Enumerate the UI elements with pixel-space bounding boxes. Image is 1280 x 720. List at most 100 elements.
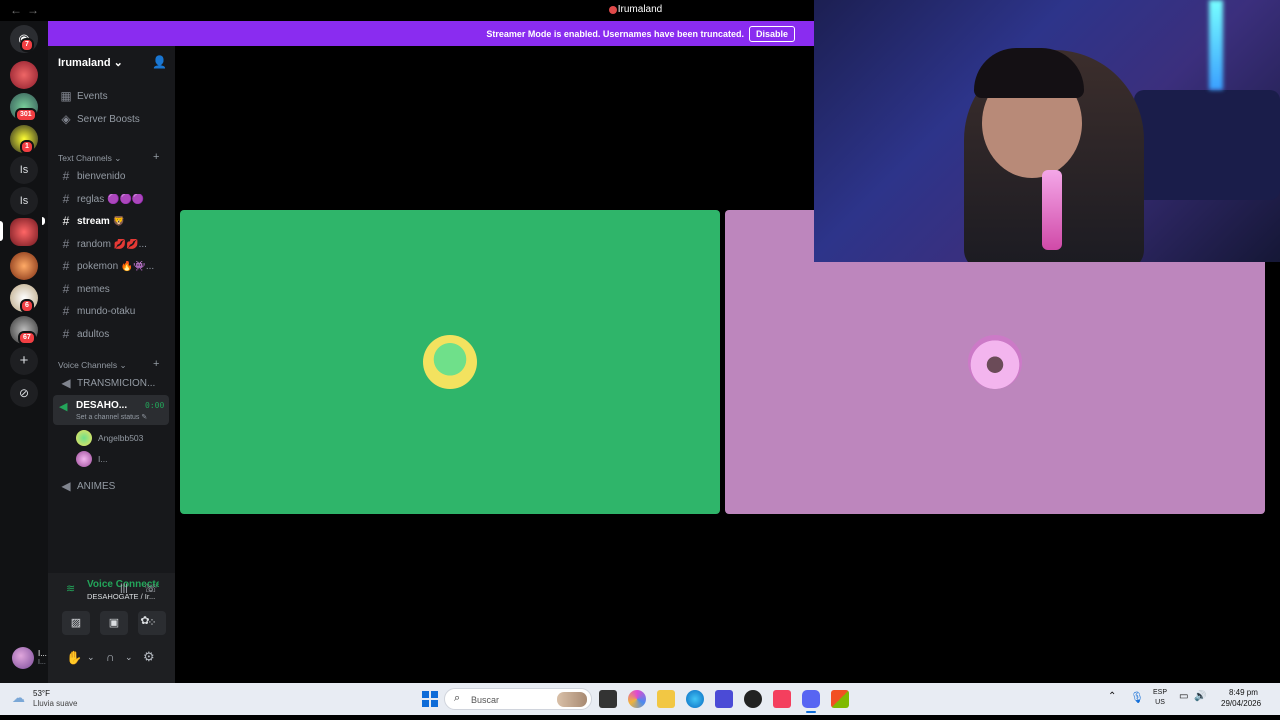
headphone-options-chevron-icon[interactable]: ⌄	[125, 652, 133, 663]
channel-memes[interactable]: # memes	[54, 279, 170, 299]
voice-channel-transmicion[interactable]: ◀ TRANSMICION...	[54, 373, 170, 393]
server-icon[interactable]	[10, 61, 38, 89]
server-icon[interactable]	[10, 252, 38, 280]
microphone-icon[interactable]: 🎙	[1130, 691, 1144, 704]
channel-random[interactable]: # random 💋💋...	[54, 234, 170, 254]
channel-label: mundo-otaku	[77, 306, 136, 317]
hashtag-icon: #	[62, 304, 70, 318]
webcam-overlay	[814, 0, 1280, 262]
camera-off-icon[interactable]: ▨	[62, 611, 90, 635]
selected-server-indicator	[0, 221, 3, 241]
speaker-icon: ◀	[61, 376, 71, 390]
discover-icon[interactable]: ⊘	[10, 379, 38, 407]
text-channels-category[interactable]: Text Channels ⌄	[58, 153, 121, 164]
screen-share-icon[interactable]: ▣	[100, 611, 128, 635]
windows-start-icon[interactable]	[422, 691, 438, 707]
channel-label: TRANSMICION...	[77, 378, 156, 389]
weather-desc: Lluvia suave	[33, 699, 78, 708]
voice-user-name[interactable]: I...	[98, 454, 107, 464]
hashtag-icon: #	[62, 259, 70, 273]
discord-taskbar-icon[interactable]	[802, 690, 820, 708]
participant-avatar	[423, 335, 477, 389]
active-app-indicator	[806, 711, 816, 713]
create-channel-icon[interactable]: +	[153, 151, 159, 163]
channel-bienvenido[interactable]: # bienvenido	[54, 166, 170, 186]
keyboard-layout: US	[1155, 699, 1165, 706]
mic-options-chevron-icon[interactable]: ⌄	[87, 652, 95, 663]
network-icon[interactable]: ▭	[1179, 691, 1188, 702]
channel-stream[interactable]: # stream 🦁	[54, 211, 170, 231]
signal-icon[interactable]: ≋	[66, 582, 75, 595]
channel-mundo-otaku[interactable]: # mundo-otaku	[54, 301, 170, 321]
app-icon[interactable]	[831, 690, 849, 708]
channel-label: adultos	[77, 329, 110, 340]
volume-icon[interactable]: 🔊	[1194, 691, 1206, 702]
obs-icon[interactable]	[744, 690, 762, 708]
channel-label: bienvenido	[77, 171, 126, 182]
voice-user-name[interactable]: Angelbb503	[98, 433, 143, 443]
invite-people-icon[interactable]: 👤	[152, 55, 167, 69]
channel-label: DESAHO...	[76, 400, 128, 411]
hashtag-icon: #	[62, 192, 70, 206]
username: I...	[38, 649, 47, 658]
server-name-header[interactable]: Irumaland ⌄	[58, 56, 123, 69]
edge-icon[interactable]	[686, 690, 704, 708]
hashtag-icon: #	[62, 169, 70, 183]
events-label: Events	[77, 91, 108, 102]
chevron-down-icon: ⌄	[119, 360, 127, 370]
soundboard-icon[interactable]: ✿	[134, 611, 156, 631]
search-placeholder: Buscar	[471, 695, 500, 705]
server-icon[interactable]: Is	[10, 187, 38, 215]
server-icon[interactable]: Is	[10, 156, 38, 184]
calculator-icon[interactable]	[715, 690, 733, 708]
channel-reglas[interactable]: # reglas 🟣🟣🟣	[54, 189, 170, 209]
server-icon-irumaland[interactable]	[10, 218, 38, 246]
hashtag-icon: #	[62, 282, 70, 296]
copilot-icon[interactable]	[628, 690, 646, 708]
voice-channels-category[interactable]: Voice Channels ⌄	[58, 360, 127, 371]
participant-tile-green[interactable]	[180, 210, 720, 514]
weather-temp[interactable]: 53°F	[33, 689, 50, 698]
settings-gear-icon[interactable]: ⚙	[143, 649, 155, 665]
chevron-down-icon: ⌄	[113, 57, 123, 69]
language-code: ESP	[1153, 689, 1168, 696]
channel-adultos[interactable]: # adultos	[54, 324, 170, 344]
webcam-neon-light	[1209, 0, 1223, 90]
search-icon: ⌕	[454, 692, 461, 704]
hashtag-icon: #	[62, 237, 70, 251]
channel-label: reglas 🟣🟣🟣	[77, 194, 145, 205]
user-avatar[interactable]	[12, 647, 34, 669]
avatar	[76, 451, 92, 467]
speaker-icon: ◀	[59, 401, 68, 413]
taskbar: ☁ 53°F Lluvia suave ⌕ Buscar ⌃ 🎙 ESP US …	[0, 683, 1280, 715]
voice-channel-animes[interactable]: ◀ ANIMES	[54, 476, 170, 496]
unread-badge: 7	[20, 38, 34, 52]
taskbar-search[interactable]: ⌕ Buscar	[444, 688, 592, 710]
headphones-icon[interactable]: ∩	[106, 650, 115, 664]
speaker-icon: ◀	[61, 479, 71, 493]
bottom-strip	[0, 715, 1280, 720]
chevron-up-icon[interactable]: ⌃	[1108, 691, 1116, 702]
add-server-icon[interactable]: +	[10, 347, 38, 375]
disable-streamer-mode-button[interactable]: Disable	[748, 26, 795, 42]
file-explorer-icon[interactable]	[657, 690, 675, 708]
disconnect-icon[interactable]: ☏	[144, 582, 158, 595]
events-item[interactable]: ▦ Events	[54, 86, 170, 106]
channel-pokemon[interactable]: # pokemon 🔥👾...	[54, 256, 170, 276]
clock-time[interactable]: 8:49 pm	[1229, 688, 1258, 697]
create-voice-channel-icon[interactable]: +	[153, 358, 159, 370]
hashtag-icon: #	[62, 327, 70, 341]
noise-suppression-icon[interactable]: |||	[120, 583, 128, 594]
user-status: I...	[38, 659, 46, 666]
weather-icon[interactable]: ☁	[12, 690, 25, 706]
calendar-icon: ▦	[60, 89, 72, 103]
set-channel-status-link[interactable]: Set a channel status ✎	[76, 413, 147, 421]
language-indicator[interactable]: ESP US	[1153, 688, 1167, 708]
webcam-sofa	[1134, 90, 1280, 200]
voice-channel-desahogate[interactable]: ◀ DESAHO... 0:00 Set a channel status ✎	[53, 395, 169, 425]
task-view-icon[interactable]	[599, 690, 617, 708]
call-timer: 0:00	[145, 401, 165, 410]
server-boosts-item[interactable]: ◈ Server Boosts	[54, 109, 170, 129]
server-boosts-label: Server Boosts	[77, 114, 140, 125]
music-icon[interactable]	[773, 690, 791, 708]
